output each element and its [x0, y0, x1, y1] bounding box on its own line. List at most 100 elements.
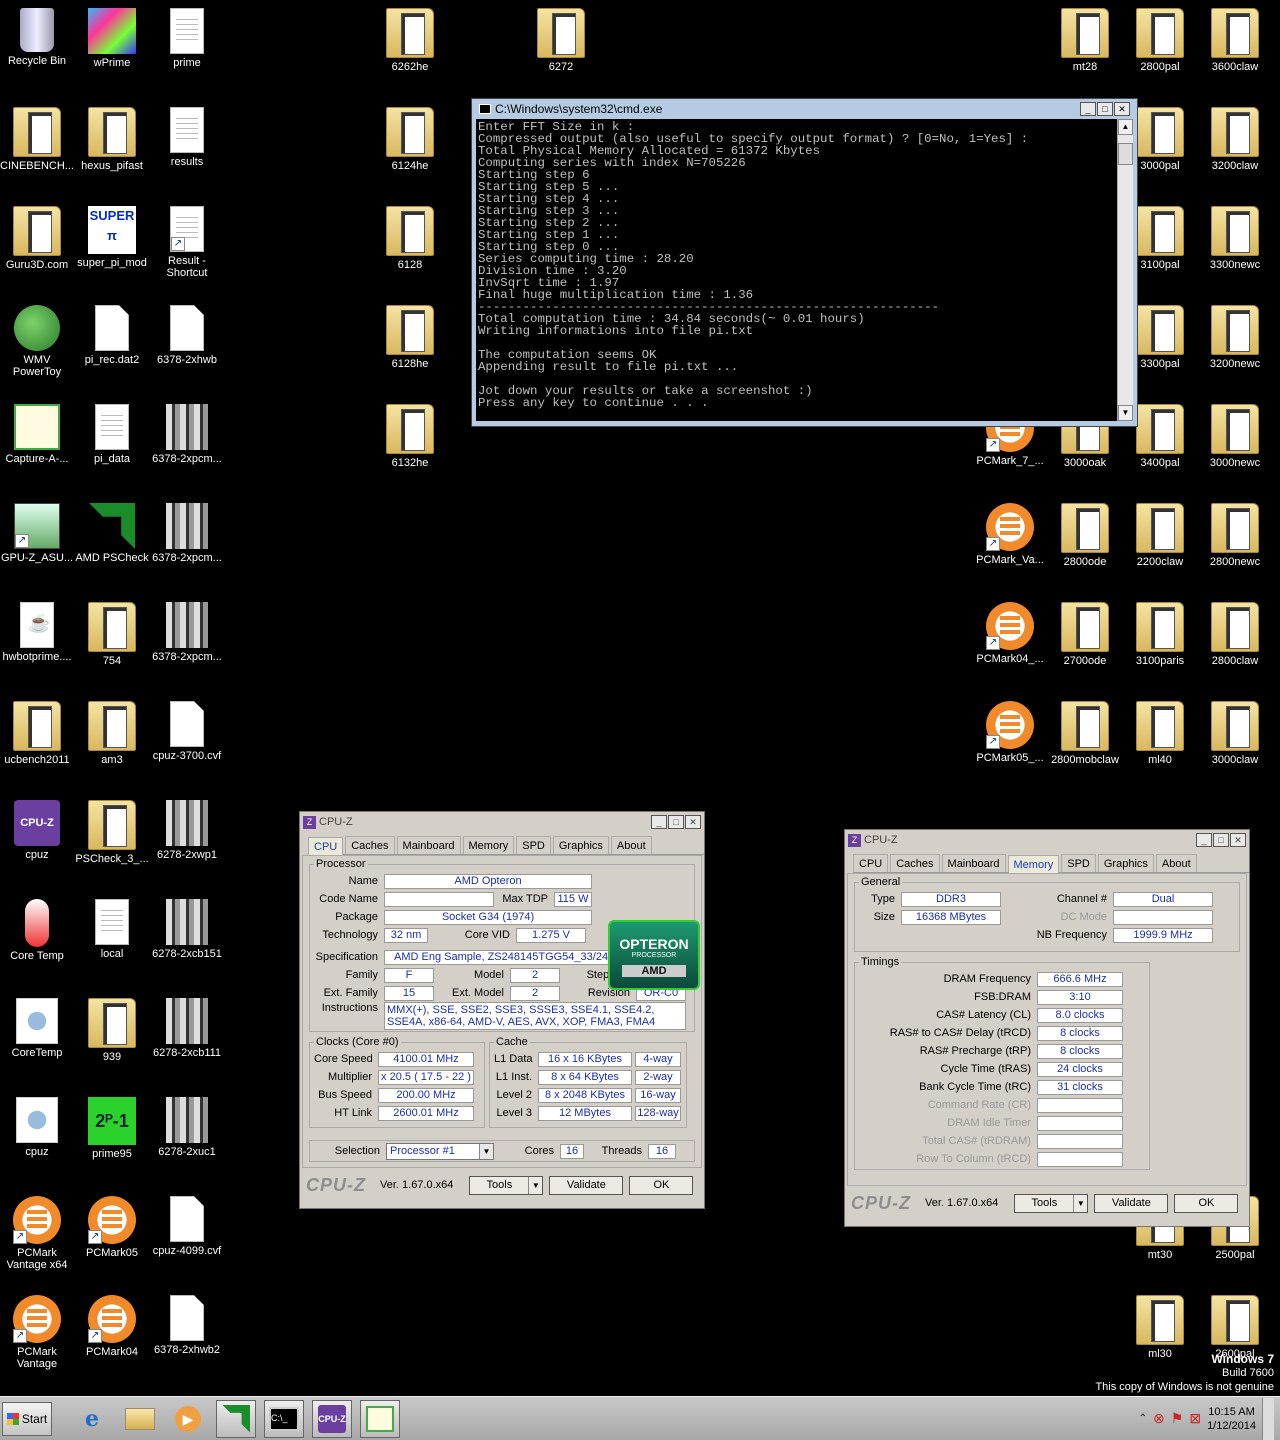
- desktop-icon[interactable]: 2800mobclaw: [1047, 697, 1123, 766]
- desktop-icon[interactable]: 6278-2xwp1: [149, 796, 225, 861]
- desktop-icon[interactable]: CPU-Z cpuz: [0, 796, 75, 861]
- network-error-icon[interactable]: ⊗: [1153, 1410, 1165, 1427]
- tab-mainboard[interactable]: Mainboard: [941, 854, 1006, 872]
- desktop-icon[interactable]: local: [74, 895, 150, 960]
- desktop-icon[interactable]: PCMark Vantage x64: [0, 1192, 75, 1271]
- desktop-icon[interactable]: 3000newc: [1197, 400, 1273, 469]
- desktop-icon[interactable]: hwbotprime....: [0, 598, 75, 663]
- tab-cpu[interactable]: CPU: [853, 854, 889, 872]
- cmd-taskbar-button[interactable]: C:\_: [264, 1399, 304, 1438]
- desktop-icon[interactable]: 2800newc: [1197, 499, 1273, 568]
- maximize-button[interactable]: □: [1097, 102, 1113, 116]
- desktop-icon[interactable]: PCMark04_...: [972, 598, 1048, 665]
- desktop-icon[interactable]: 6124he: [372, 103, 448, 172]
- desktop-icon[interactable]: 6278-2xuc1: [149, 1093, 225, 1158]
- scroll-thumb[interactable]: [1118, 143, 1133, 165]
- tab-mainboard[interactable]: Mainboard: [396, 836, 461, 854]
- internet-explorer-icon[interactable]: e: [72, 1400, 112, 1438]
- cpuz-memory-window[interactable]: Z CPU-Z _ □ ✕ CPU Caches Mainboard Memor…: [844, 829, 1250, 1227]
- desktop-icon[interactable]: 6278-2xcb111: [149, 994, 225, 1059]
- cpuz-taskbar-button[interactable]: CPU-Z: [312, 1399, 352, 1438]
- desktop-icon[interactable]: Capture-A-...: [0, 400, 75, 465]
- clock[interactable]: 10:15 AM 1/12/2014: [1207, 1405, 1256, 1433]
- desktop-icon[interactable]: 2800claw: [1197, 598, 1273, 667]
- processor-select[interactable]: Processor #1 ▼: [386, 1142, 494, 1160]
- desktop-icon[interactable]: 6278-2xcb151: [149, 895, 225, 960]
- desktop-icon[interactable]: 6378-2xpcm...: [149, 400, 225, 465]
- tab-cpu[interactable]: CPU: [308, 837, 344, 855]
- desktop-icon[interactable]: 3200claw: [1197, 103, 1273, 172]
- desktop-icon[interactable]: 6272: [523, 4, 599, 73]
- desktop-icon[interactable]: 2700ode: [1047, 598, 1123, 667]
- desktop-icon[interactable]: pi_rec.dat2: [74, 301, 150, 366]
- desktop-icon[interactable]: Result - Shortcut: [149, 202, 225, 279]
- desktop-icon[interactable]: 3600claw: [1197, 4, 1273, 73]
- desktop-icon[interactable]: ml40: [1122, 697, 1198, 766]
- cpuz-title-bar[interactable]: Z CPU-Z _ □ ✕: [845, 830, 1249, 850]
- desktop-icon[interactable]: GPU-Z_ASU...: [0, 499, 75, 564]
- desktop-icon[interactable]: PCMark05_...: [972, 697, 1048, 764]
- desktop-icon[interactable]: PSCheck_3_...: [74, 796, 150, 865]
- desktop-icon[interactable]: cpuz: [0, 1093, 75, 1158]
- desktop-icon[interactable]: 6128he: [372, 301, 448, 370]
- desktop-icon[interactable]: results: [149, 103, 225, 168]
- desktop-icon[interactable]: Core Temp: [0, 895, 75, 962]
- cpuz-title-bar[interactable]: Z CPU-Z _ □ ✕: [300, 812, 704, 832]
- start-button[interactable]: Start: [2, 1401, 52, 1436]
- desktop-icon[interactable]: prime: [149, 4, 225, 69]
- desktop-icon[interactable]: 3200newc: [1197, 301, 1273, 370]
- desktop-icon[interactable]: cpuz-3700.cvf: [149, 697, 225, 762]
- desktop-icon[interactable]: 3100paris: [1122, 598, 1198, 667]
- desktop-icon[interactable]: SUPER π super_pi_mod: [74, 202, 150, 269]
- tab-memory[interactable]: Memory: [462, 836, 515, 854]
- maximize-button[interactable]: □: [1213, 833, 1229, 847]
- desktop-icon[interactable]: 2ᴾ-1 prime95: [74, 1093, 150, 1160]
- validate-button[interactable]: Validate: [1094, 1193, 1169, 1213]
- desktop-icon[interactable]: PCMark Vantage: [0, 1291, 75, 1370]
- minimize-button[interactable]: _: [651, 815, 667, 829]
- desktop-icon[interactable]: wPrime: [74, 4, 150, 69]
- desktop-icon[interactable]: 6262he: [372, 4, 448, 73]
- volume-error-icon[interactable]: ⊠: [1189, 1410, 1201, 1427]
- show-desktop-button[interactable]: [1262, 1397, 1274, 1440]
- tab-spd[interactable]: SPD: [516, 836, 551, 854]
- desktop-icon[interactable]: 3000claw: [1197, 697, 1273, 766]
- ok-button[interactable]: OK: [629, 1175, 694, 1195]
- desktop-icon[interactable]: cpuz-4099.cvf: [149, 1192, 225, 1257]
- desktop-icon[interactable]: 6378-2xhwb2: [149, 1291, 225, 1356]
- flag-error-icon[interactable]: ⚑: [1171, 1410, 1184, 1427]
- desktop-icon[interactable]: 3300newc: [1197, 202, 1273, 271]
- desktop-icon[interactable]: 2800ode: [1047, 499, 1123, 568]
- desktop-icon[interactable]: Guru3D.com: [0, 202, 75, 271]
- media-player-icon[interactable]: ▶: [168, 1400, 208, 1438]
- tab-caches[interactable]: Caches: [890, 854, 940, 872]
- cmd-console[interactable]: Enter FFT Size in k : Compressed output (…: [476, 119, 1133, 421]
- ok-button[interactable]: OK: [1174, 1193, 1239, 1213]
- explorer-icon[interactable]: [120, 1400, 160, 1438]
- desktop-icon[interactable]: 2600pal: [1197, 1291, 1273, 1360]
- desktop-icon[interactable]: 6378-2xpcm...: [149, 499, 225, 564]
- vertical-scrollbar[interactable]: ▲ ▼: [1117, 119, 1133, 421]
- desktop-icon[interactable]: 754: [74, 598, 150, 667]
- validate-button[interactable]: Validate: [549, 1175, 624, 1195]
- cpuz-cpu-window[interactable]: Z CPU-Z _ □ ✕ CPU Caches Mainboard Memor…: [299, 811, 705, 1209]
- desktop-icon[interactable]: 6132he: [372, 400, 448, 469]
- cmd-title-bar[interactable]: C:\Windows\system32\cmd.exe _ □ ✕: [476, 99, 1133, 119]
- tab-caches[interactable]: Caches: [345, 836, 395, 854]
- desktop-icon[interactable]: Recycle Bin: [0, 4, 75, 67]
- amd-taskbar-button[interactable]: [216, 1399, 256, 1438]
- desktop-icon[interactable]: 2800pal: [1122, 4, 1198, 73]
- close-button[interactable]: ✕: [1230, 833, 1246, 847]
- tools-button[interactable]: Tools ▼: [469, 1175, 544, 1195]
- desktop-icon[interactable]: PCMark05: [74, 1192, 150, 1259]
- desktop-icon[interactable]: 6128: [372, 202, 448, 271]
- tab-about[interactable]: About: [610, 836, 652, 854]
- minimize-button[interactable]: _: [1196, 833, 1212, 847]
- tools-button[interactable]: Tools ▼: [1014, 1193, 1089, 1213]
- desktop-icon[interactable]: PCMark04: [74, 1291, 150, 1358]
- desktop-icon[interactable]: CINEBENCH...: [0, 103, 75, 172]
- tab-spd[interactable]: SPD: [1061, 854, 1096, 872]
- scroll-down-arrow[interactable]: ▼: [1118, 405, 1133, 421]
- desktop-icon[interactable]: ucbench2011: [0, 697, 75, 766]
- desktop-icon[interactable]: am3: [74, 697, 150, 766]
